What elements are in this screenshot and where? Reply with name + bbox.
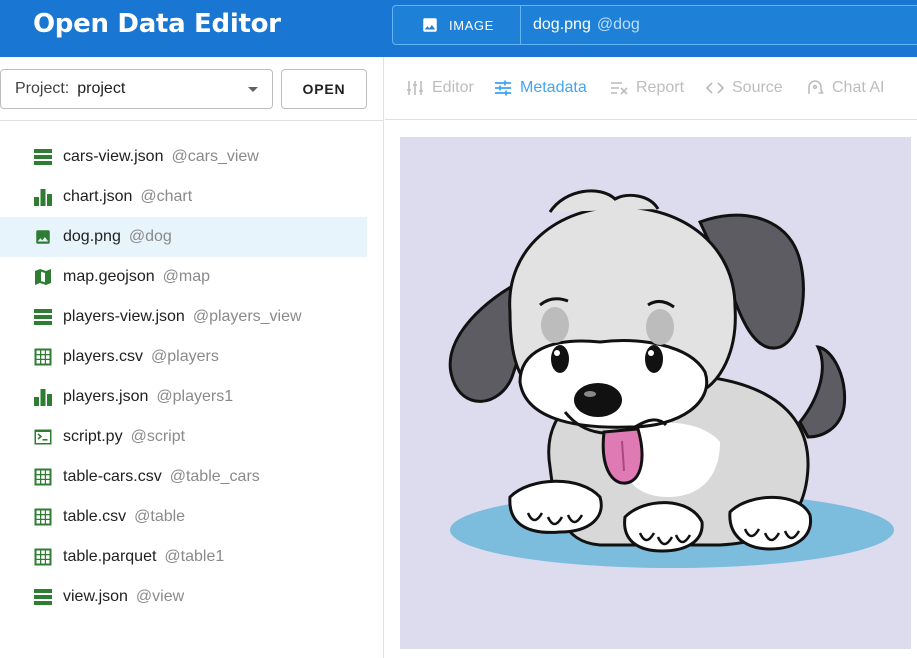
current-file-name: dog.png @dog — [533, 16, 640, 34]
file-alias: @script — [130, 428, 186, 445]
tab-chat-ai-label: Chat AI — [832, 79, 885, 96]
chart-icon — [34, 388, 52, 406]
table-icon — [34, 468, 52, 486]
content-toolbar: Editor Metadata Report Source Chat AI — [385, 57, 917, 120]
dropdown-arrow-icon — [248, 87, 258, 92]
app-header: Open Data Editor IMAGE dog.png @dog — [0, 0, 917, 57]
image-icon — [34, 228, 52, 246]
chart-icon — [34, 188, 52, 206]
tab-metadata-label: Metadata — [520, 79, 587, 96]
file-alias: @view — [135, 588, 185, 605]
table-icon — [34, 508, 52, 526]
file-item-script[interactable]: script.py @script — [0, 417, 367, 457]
editor-icon — [407, 81, 423, 95]
project-select-value: project — [77, 80, 126, 97]
tab-editor-label: Editor — [432, 79, 474, 96]
tab-editor[interactable]: Editor — [406, 79, 474, 97]
file-name: map.geojson — [63, 268, 155, 285]
file-name: players.json — [63, 388, 149, 405]
terminal-icon — [34, 428, 52, 446]
tab-metadata[interactable]: Metadata — [494, 79, 587, 97]
file-alias: @players_view — [192, 308, 302, 325]
file-item-chart[interactable]: chart.json @chart — [0, 177, 367, 217]
file-name: players-view.json — [63, 308, 185, 325]
view-icon — [34, 308, 52, 326]
file-item-table-csv[interactable]: table.csv @table — [0, 497, 367, 537]
file-alias: @players — [151, 348, 219, 365]
table-icon — [34, 548, 52, 566]
file-alias: @table1 — [164, 548, 225, 565]
file-alias: @map — [162, 268, 210, 285]
file-alias: @dog — [128, 228, 172, 245]
current-file-name-text: dog.png — [533, 16, 591, 33]
tab-report[interactable]: Report — [610, 79, 684, 97]
file-name: table.csv — [63, 508, 127, 525]
table-icon — [34, 348, 52, 366]
file-item-players-json[interactable]: players.json @players1 — [0, 377, 367, 417]
tune-icon — [495, 80, 511, 96]
file-alias: @table — [134, 508, 186, 525]
report-icon — [611, 82, 628, 95]
file-name: dog.png — [63, 228, 121, 245]
file-name: script.py — [63, 428, 123, 445]
file-alias: @table_cars — [169, 468, 260, 485]
project-select[interactable]: Project: project — [0, 69, 273, 109]
dog-illustration — [448, 189, 894, 568]
file-item-cars-view[interactable]: cars-view.json @cars_view — [0, 137, 367, 177]
file-alias: @chart — [140, 188, 193, 205]
tab-chat-ai[interactable]: Chat AI — [806, 79, 884, 97]
tab-source-label: Source — [732, 79, 783, 96]
sidebar: Project: project OPEN cars-view.json @ca… — [0, 57, 384, 658]
file-item-map[interactable]: map.geojson @map — [0, 257, 367, 297]
current-file-bar: IMAGE dog.png @dog — [392, 5, 917, 45]
tab-source[interactable]: Source — [706, 79, 783, 97]
file-item-table-cars[interactable]: table-cars.csv @table_cars — [0, 457, 367, 497]
file-item-table-parquet[interactable]: table.parquet @table1 — [0, 537, 367, 577]
file-list: cars-view.json @cars_view chart.json @ch… — [0, 137, 367, 617]
file-name: table-cars.csv — [63, 468, 162, 485]
tab-report-label: Report — [636, 79, 685, 96]
file-alias: @players1 — [156, 388, 234, 405]
file-item-dog[interactable]: dog.png @dog — [0, 217, 367, 257]
open-button[interactable]: OPEN — [281, 69, 367, 109]
map-icon — [34, 268, 52, 286]
image-preview — [400, 137, 911, 649]
file-name: chart.json — [63, 188, 133, 205]
file-item-players-view[interactable]: players-view.json @players_view — [0, 297, 367, 337]
code-icon — [706, 82, 724, 94]
file-alias: @cars_view — [171, 148, 259, 165]
file-type-button[interactable]: IMAGE — [393, 6, 521, 44]
file-name: cars-view.json — [63, 148, 164, 165]
view-icon — [34, 588, 52, 606]
current-file-alias: @dog — [596, 16, 640, 33]
file-name: players.csv — [63, 348, 144, 365]
file-type-label: IMAGE — [449, 17, 494, 33]
file-item-view[interactable]: view.json @view — [0, 577, 367, 617]
app-title: Open Data Editor — [33, 9, 281, 39]
project-select-label: Project: — [15, 80, 70, 97]
file-item-players-csv[interactable]: players.csv @players — [0, 337, 367, 377]
file-name: view.json — [63, 588, 128, 605]
image-icon — [423, 18, 437, 32]
file-name: table.parquet — [63, 548, 157, 565]
view-icon — [34, 148, 52, 166]
sidebar-divider — [0, 120, 384, 121]
chat-ai-icon — [808, 80, 824, 94]
